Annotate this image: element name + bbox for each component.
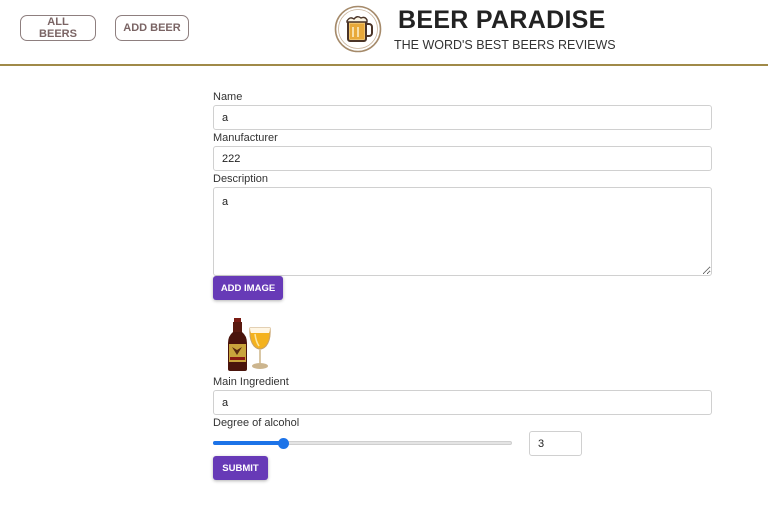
description-field[interactable]: a [213,187,712,276]
add-image-button[interactable]: ADD IMAGE [213,276,283,300]
app-header: ALL BEERS ADD BEER BEER PARADISE THE WOR… [0,0,768,66]
submit-button[interactable]: SUBMIT [213,456,268,480]
alcohol-slider-thumb[interactable] [278,438,289,449]
add-beer-button[interactable]: ADD BEER [115,15,189,41]
alcohol-label: Degree of alcohol [213,417,300,429]
alcohol-number-field[interactable] [529,431,582,456]
brand-subtitle: THE WORD'S BEST BEERS REVIEWS [394,38,616,52]
name-label: Name [213,91,243,103]
name-field[interactable] [213,105,712,130]
beer-mug-icon [334,5,382,53]
manufacturer-label: Manufacturer [213,132,278,144]
description-label: Description [213,173,269,185]
alcohol-slider-fill [213,441,283,445]
manufacturer-field[interactable] [213,146,712,171]
main-ingredient-label: Main Ingredient [213,376,289,388]
all-beers-button[interactable]: ALL BEERS [20,15,96,41]
brand-title: BEER PARADISE [398,6,606,34]
main-ingredient-field[interactable] [213,390,712,415]
beer-preview-image [228,318,271,371]
